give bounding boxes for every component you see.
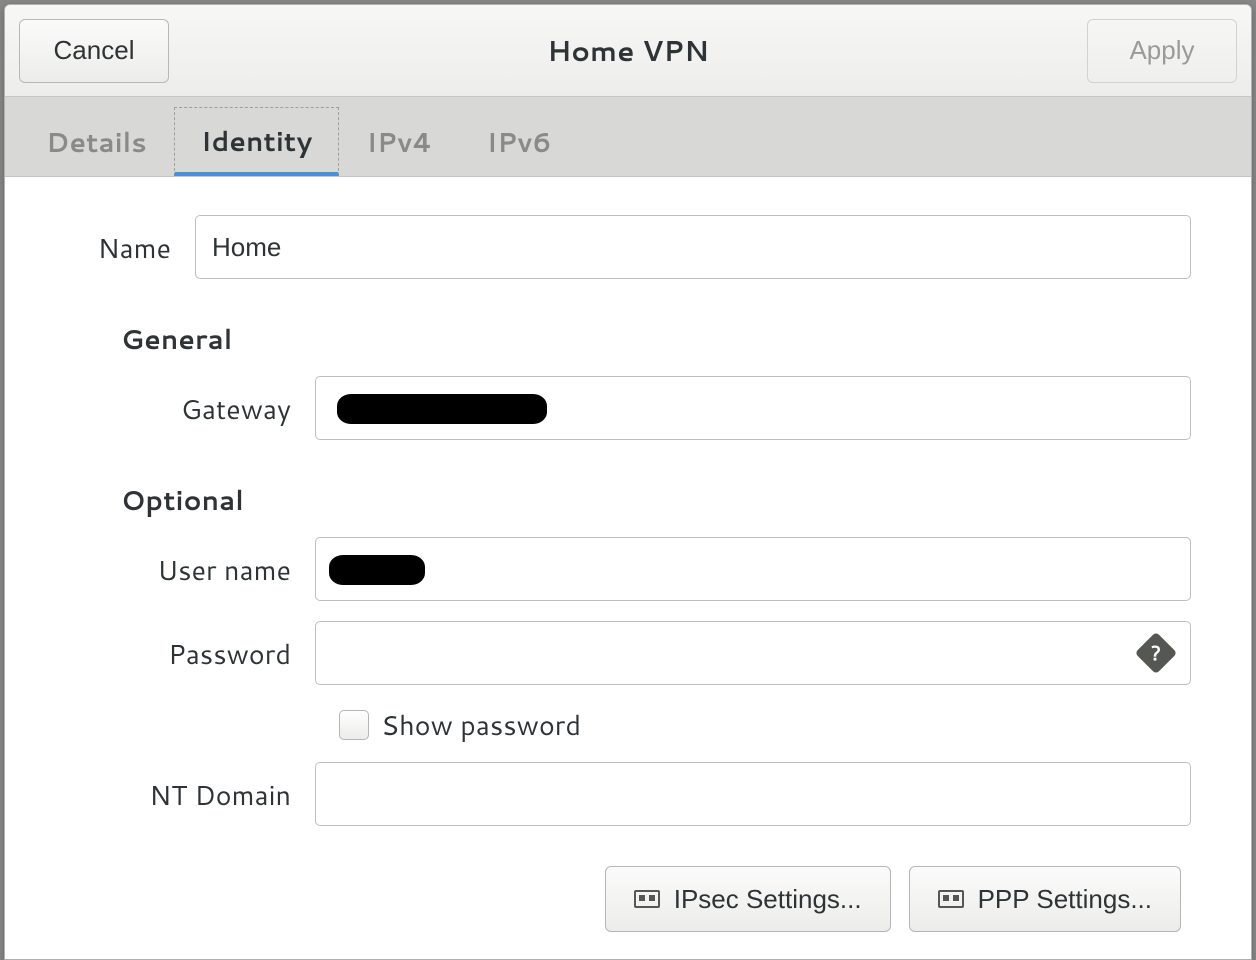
ntdomain-input[interactable] xyxy=(315,762,1191,826)
apply-button[interactable]: Apply xyxy=(1087,19,1237,83)
name-row: Name xyxy=(65,215,1191,279)
settings-icon xyxy=(634,890,660,908)
gateway-input[interactable] xyxy=(315,376,1191,440)
ppp-settings-button[interactable]: PPP Settings... xyxy=(909,866,1181,932)
optional-heading: Optional xyxy=(121,480,1191,519)
name-label: Name xyxy=(65,228,195,267)
ntdomain-row: NT Domain xyxy=(65,762,1191,826)
tab-ipv6[interactable]: IPv6 xyxy=(459,107,578,176)
password-input[interactable] xyxy=(315,621,1191,685)
identity-panel: Name General Gateway Optional User name … xyxy=(5,177,1251,959)
show-password-label: Show password xyxy=(381,705,581,744)
tab-identity[interactable]: Identity xyxy=(174,107,340,176)
header-bar: Cancel Home VPN Apply xyxy=(5,5,1251,97)
show-password-checkbox[interactable] xyxy=(339,710,369,740)
tab-details[interactable]: Details xyxy=(19,107,174,176)
gateway-label: Gateway xyxy=(65,389,315,428)
general-heading: General xyxy=(121,319,1191,358)
dialog-title: Home VPN xyxy=(169,31,1087,71)
ipsec-settings-label: IPsec Settings... xyxy=(674,884,862,915)
vpn-settings-dialog: Cancel Home VPN Apply Details Identity I… xyxy=(4,4,1252,960)
advanced-buttons-row: IPsec Settings... PPP Settings... xyxy=(65,866,1191,932)
settings-icon xyxy=(938,890,964,908)
username-input[interactable] xyxy=(315,537,1191,601)
show-password-row: Show password xyxy=(339,705,1191,744)
ntdomain-label: NT Domain xyxy=(65,775,315,814)
username-label: User name xyxy=(65,550,315,589)
tab-ipv4[interactable]: IPv4 xyxy=(339,107,459,176)
cancel-button[interactable]: Cancel xyxy=(19,19,169,83)
username-row: User name xyxy=(65,537,1191,601)
password-label: Password xyxy=(65,634,315,673)
ipsec-settings-button[interactable]: IPsec Settings... xyxy=(605,866,891,932)
name-input[interactable] xyxy=(195,215,1191,279)
password-row: Password ? xyxy=(65,621,1191,685)
ppp-settings-label: PPP Settings... xyxy=(978,884,1152,915)
tab-bar: Details Identity IPv4 IPv6 xyxy=(5,97,1251,177)
gateway-row: Gateway xyxy=(65,376,1191,440)
